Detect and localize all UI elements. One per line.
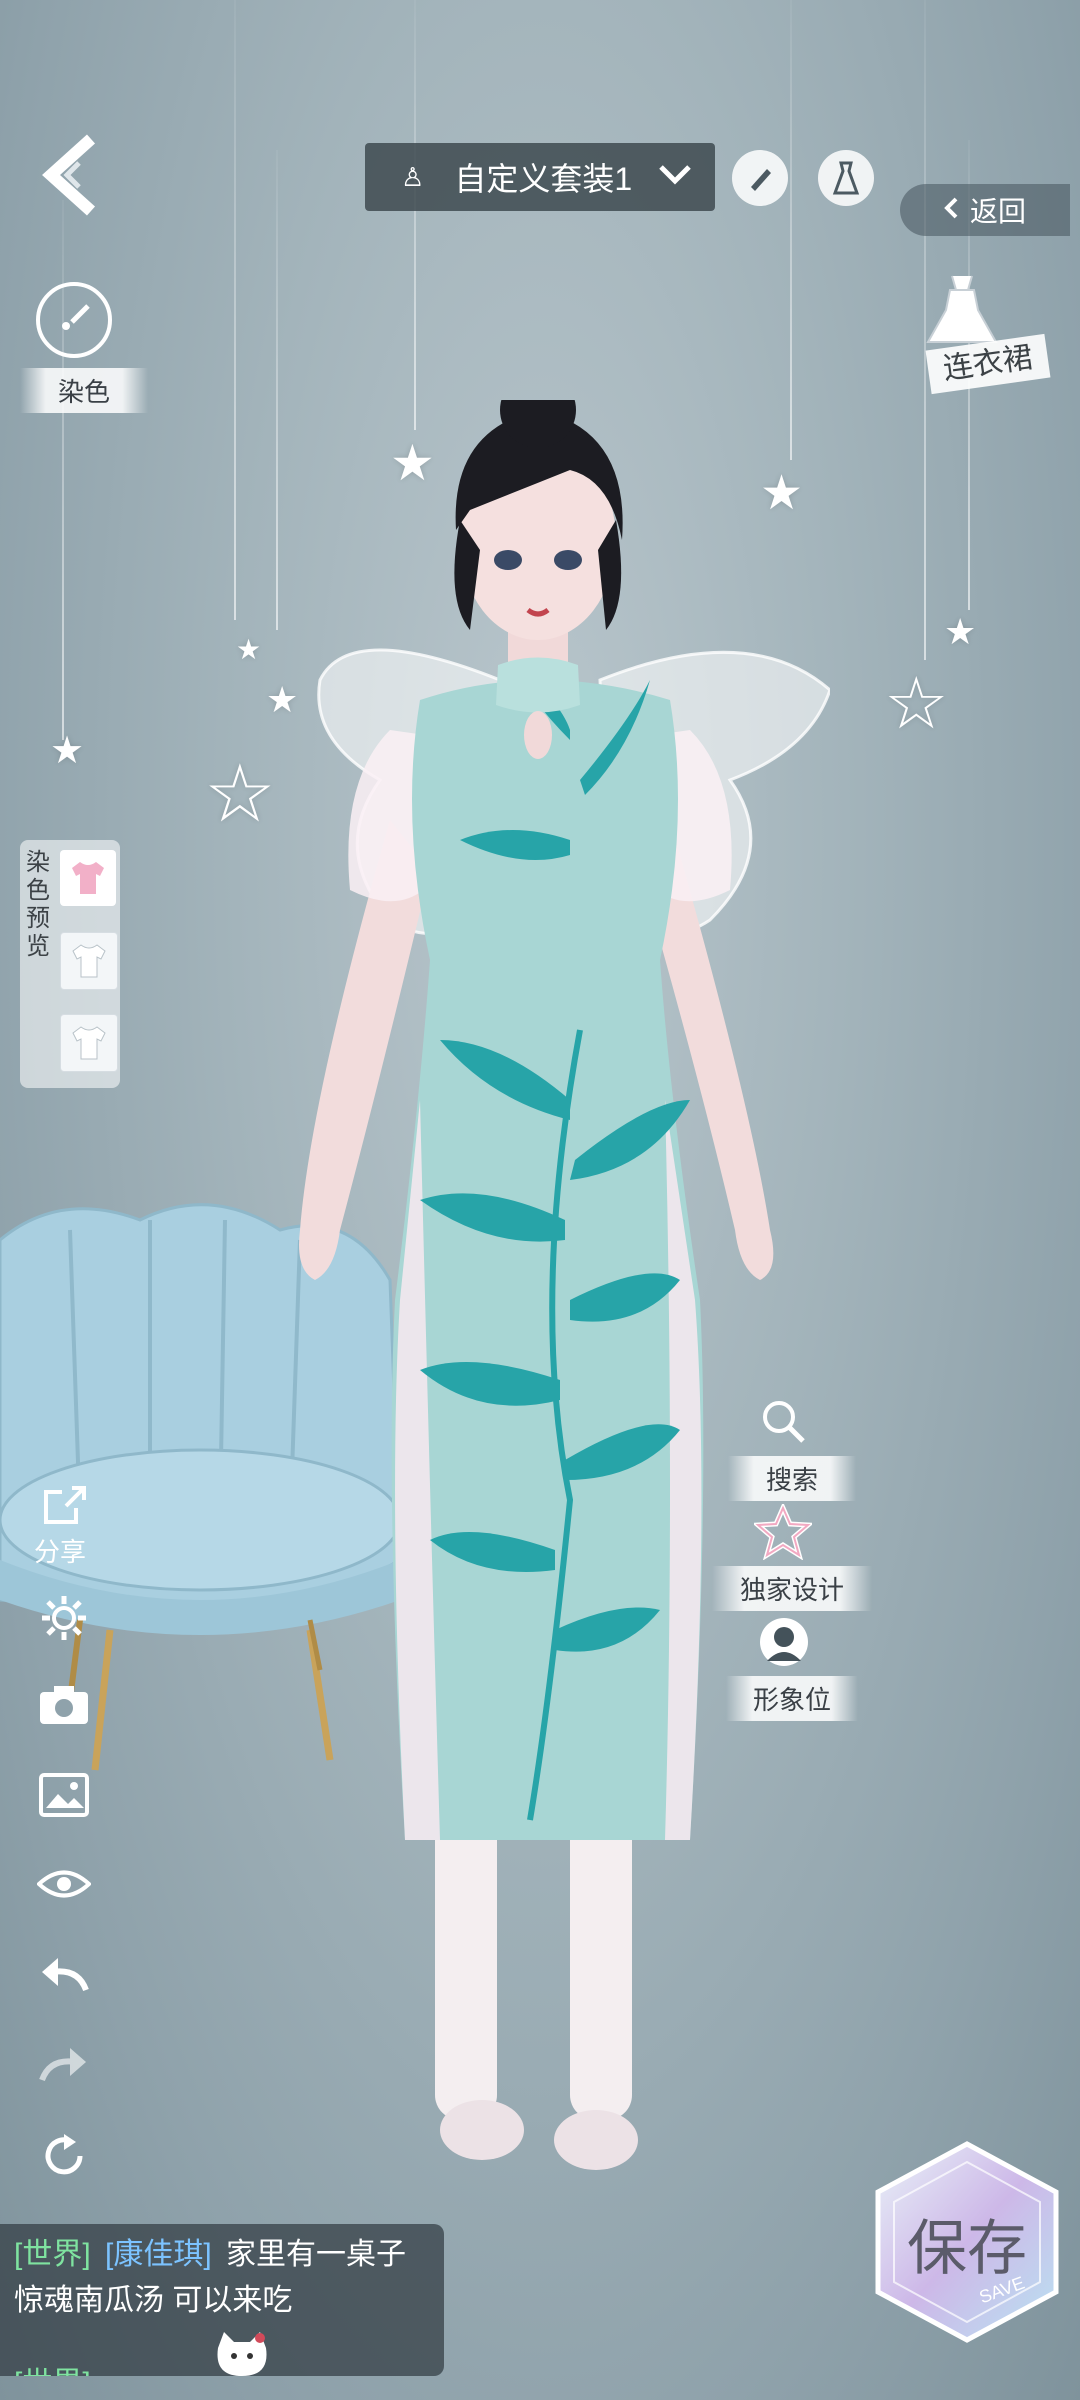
- chat-user[interactable]: [康佳琪]: [105, 2238, 212, 2271]
- dye-preview-panel: 染色预览: [20, 840, 120, 1088]
- hanging-string: [62, 200, 64, 740]
- chevron-down-icon: [657, 163, 693, 192]
- chat-cat-emoji-icon: [210, 2328, 274, 2376]
- share-label: 分享: [34, 1538, 87, 1568]
- hanging-string: [414, 0, 416, 430]
- portrait-icon[interactable]: [756, 1614, 812, 1670]
- outfit-selector[interactable]: ♙ 自定义套装1: [365, 143, 715, 211]
- chat-message: [世界] [康佳琪] 家里有一桌子惊魂南瓜汤 可以来吃: [14, 2232, 434, 2324]
- redo-icon[interactable]: [36, 2040, 92, 2088]
- chat-channel: [世界]: [14, 2238, 91, 2271]
- gear-icon[interactable]: [36, 1590, 92, 1646]
- return-label: 返回: [970, 196, 1027, 227]
- character-model[interactable]: [270, 372, 832, 2200]
- chat-next-channel: [世界]: [14, 2358, 91, 2376]
- dye-label: 染色: [20, 368, 148, 413]
- back-arrow-icon[interactable]: [36, 130, 106, 220]
- star-icon: ★: [944, 611, 977, 652]
- dye-preview-label: 染色预览: [26, 848, 50, 960]
- image-slot-label[interactable]: 形象位: [726, 1676, 858, 1721]
- edit-pen-icon[interactable]: [732, 150, 788, 206]
- chevron-left-icon: [942, 196, 960, 225]
- dress-toggle-icon[interactable]: [818, 150, 874, 206]
- image-icon[interactable]: [36, 1770, 92, 1820]
- chat-panel[interactable]: [世界] [康佳琪] 家里有一桌子惊魂南瓜汤 可以来吃 [世界]: [0, 2224, 444, 2376]
- hanging-string: [234, 0, 236, 620]
- hanging-string: [790, 0, 792, 460]
- save-button[interactable]: 保存 SAVE: [872, 2140, 1062, 2344]
- star-outline-icon[interactable]: [752, 1504, 814, 1560]
- dye-preview-shirt-white[interactable]: [60, 932, 118, 990]
- return-button[interactable]: 返回: [900, 184, 1070, 236]
- exclusive-design-label[interactable]: 独家设计: [712, 1566, 872, 1611]
- dye-preview-shirt-pink[interactable]: [60, 850, 116, 906]
- camera-icon[interactable]: [36, 1680, 92, 1730]
- star-icon: ☆: [884, 664, 949, 744]
- dress-icon: ♙: [401, 161, 425, 192]
- star-icon: ★: [50, 730, 85, 772]
- category-dress[interactable]: 连衣裙: [908, 270, 1058, 400]
- search-label[interactable]: 搜索: [728, 1456, 856, 1501]
- palette-icon[interactable]: [36, 282, 112, 358]
- dye-preview-shirt-white-2[interactable]: [60, 1014, 118, 1072]
- search-icon[interactable]: [758, 1396, 810, 1448]
- share-icon[interactable]: [36, 1480, 94, 1530]
- star-icon: ★: [236, 634, 262, 665]
- star-icon: ☆: [204, 749, 276, 838]
- outfit-name: 自定义套装1: [454, 161, 633, 197]
- reset-icon[interactable]: [36, 2130, 92, 2182]
- dress-icon: [926, 275, 998, 343]
- undo-icon[interactable]: [36, 1950, 92, 1998]
- eye-icon[interactable]: [36, 1862, 92, 1906]
